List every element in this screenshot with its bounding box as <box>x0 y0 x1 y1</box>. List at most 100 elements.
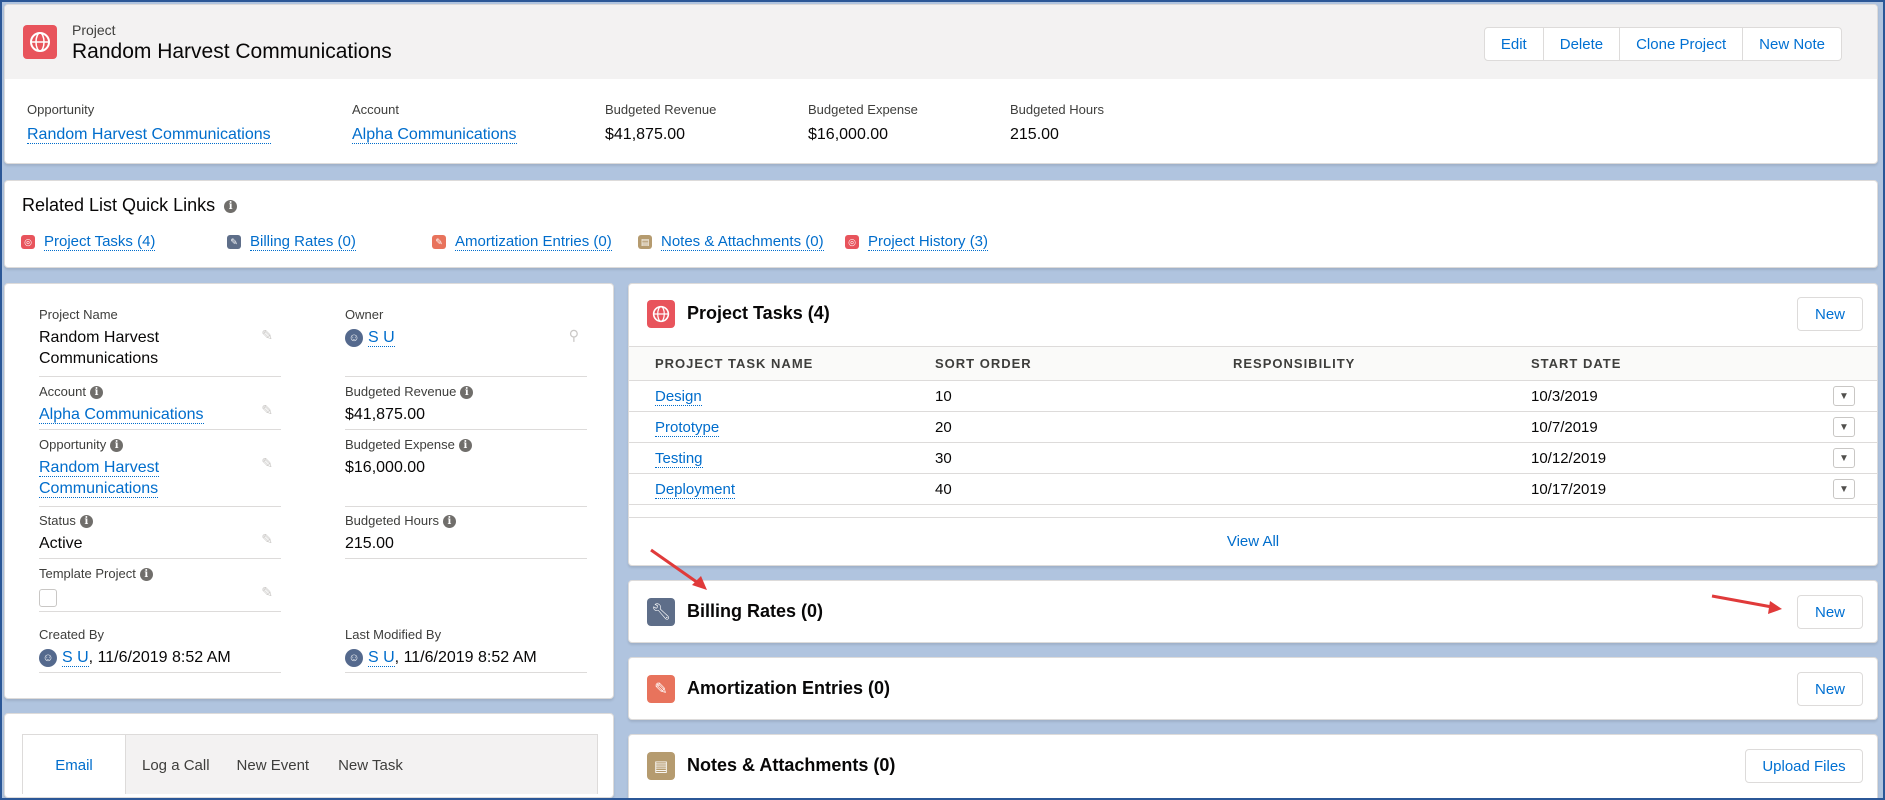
table-row: Deployment 40 10/17/2019 ▼ <box>629 473 1877 505</box>
object-label: Project <box>72 22 116 38</box>
project-tasks-title[interactable]: Project Tasks (4) <box>687 303 830 324</box>
new-billing-rate-button[interactable]: New <box>1797 595 1863 629</box>
highlight-account: Account Alpha Communications <box>352 102 517 144</box>
quick-link-project-tasks[interactable]: ◎ Project Tasks (4) <box>21 233 156 251</box>
project-tasks-card: Project Tasks (4) New PROJECT TASK NAME … <box>628 283 1878 566</box>
info-icon[interactable]: i <box>139 568 153 582</box>
highlight-label: Account <box>352 102 399 117</box>
column-header[interactable]: PROJECT TASK NAME <box>629 347 909 381</box>
activity-tabs: Email Log a Call New Event New Task <box>22 734 598 794</box>
tab-new-event[interactable]: New Event <box>210 735 310 794</box>
field-budgeted-hours: Budgeted Hours i 215.00 <box>345 513 587 559</box>
details-panel: Project Name Random Harvest Communicatio… <box>4 283 614 699</box>
field-last-modified-by: Last Modified By ☺ S U, 11/6/2019 8:52 AM <box>345 627 587 673</box>
task-name-link[interactable]: Prototype <box>655 418 720 437</box>
quick-link-amortization-entries[interactable]: ✎ Amortization Entries (0) <box>432 233 612 251</box>
edit-pencil-icon[interactable]: ✎ <box>261 584 273 601</box>
task-name-link[interactable]: Deployment <box>655 480 736 499</box>
info-icon[interactable]: i <box>458 439 472 453</box>
row-actions-dropdown[interactable]: ▼ <box>1833 448 1855 469</box>
column-header[interactable]: START DATE <box>1505 347 1823 381</box>
related-list-quick-links: Related List Quick Links i <box>4 180 1878 268</box>
pencil-icon: ✎ <box>647 675 675 703</box>
highlight-opportunity-link[interactable]: Random Harvest Communications <box>27 126 271 144</box>
field-budgeted-revenue: Budgeted Revenue i $41,875.00 <box>345 384 587 430</box>
field-budgeted-expense: Budgeted Expense i $16,000.00 <box>345 437 587 507</box>
avatar: ☺ <box>39 649 57 667</box>
notes-icon: ▤ <box>638 235 652 249</box>
new-note-button[interactable]: New Note <box>1742 27 1842 61</box>
notes-attachments-title[interactable]: Notes & Attachments (0) <box>687 755 895 776</box>
wrench-icon: ✎ <box>227 235 241 249</box>
highlight-label: Budgeted Revenue <box>605 102 717 117</box>
created-by-link[interactable]: S U <box>62 649 89 668</box>
change-owner-icon[interactable]: ⚲ <box>569 327 579 344</box>
account-link[interactable]: Alpha Communications <box>39 406 204 425</box>
modified-by-link[interactable]: S U <box>368 649 395 668</box>
field-opportunity: Opportunity i Random Harvest Communicatio… <box>39 437 281 507</box>
tab-log-a-call[interactable]: Log a Call <box>126 735 210 794</box>
row-actions-dropdown[interactable]: ▼ <box>1833 386 1855 407</box>
edit-pencil-icon[interactable]: ✎ <box>261 327 273 344</box>
info-icon[interactable]: i <box>224 199 238 213</box>
info-icon[interactable]: i <box>89 386 103 400</box>
edit-pencil-icon[interactable]: ✎ <box>261 531 273 548</box>
column-header[interactable]: SORT ORDER <box>909 347 1207 381</box>
field-account: Account i Alpha Communications ✎ <box>39 384 281 430</box>
new-amortization-entry-button[interactable]: New <box>1797 672 1863 706</box>
tab-email[interactable]: Email <box>23 735 126 794</box>
avatar: ☺ <box>345 649 363 667</box>
task-name-link[interactable]: Testing <box>655 449 703 468</box>
highlight-label: Opportunity <box>27 102 95 117</box>
owner-link[interactable]: S U <box>368 329 395 348</box>
billing-rates-title[interactable]: Billing Rates (0) <box>687 601 823 622</box>
highlight-opportunity: Opportunity Random Harvest Communication… <box>27 102 271 144</box>
activity-panel: Email Log a Call New Event New Task <box>4 713 614 798</box>
edit-pencil-icon[interactable]: ✎ <box>261 402 273 419</box>
quick-link-billing-rates[interactable]: ✎ Billing Rates (0) <box>227 233 356 251</box>
opportunity-link[interactable]: Random Harvest <box>39 459 160 478</box>
column-header[interactable]: RESPONSIBILITY <box>1207 347 1505 381</box>
clone-project-button[interactable]: Clone Project <box>1619 27 1744 61</box>
opportunity-link[interactable]: Communications <box>39 480 159 499</box>
header-actions: Edit Delete Clone Project New Note <box>1483 27 1842 61</box>
task-name-link[interactable]: Design <box>655 387 702 406</box>
info-icon[interactable]: i <box>79 515 93 529</box>
quick-link-notes-attachments[interactable]: ▤ Notes & Attachments (0) <box>638 233 824 251</box>
field-project-name: Project Name Random Harvest Communicatio… <box>39 307 281 377</box>
upload-files-button[interactable]: Upload Files <box>1745 749 1863 783</box>
quick-links-title: Related List Quick Links i <box>22 195 238 216</box>
highlight-value: $16,000.00 <box>808 126 889 143</box>
annotation-arrow-icon <box>1711 594 1782 614</box>
project-icon: ◎ <box>21 235 35 249</box>
amortization-entries-title[interactable]: Amortization Entries (0) <box>687 678 890 699</box>
info-icon[interactable]: i <box>442 515 456 529</box>
row-actions-dropdown[interactable]: ▼ <box>1833 417 1855 438</box>
highlight-account-link[interactable]: Alpha Communications <box>352 126 517 144</box>
quick-link-project-history[interactable]: ◎ Project History (3) <box>845 233 989 251</box>
highlight-budgeted-hours: Budgeted Hours 215.00 <box>1010 102 1104 144</box>
delete-button[interactable]: Delete <box>1542 27 1621 61</box>
edit-button[interactable]: Edit <box>1483 27 1544 61</box>
amortization-entries-card: ✎ Amortization Entries (0) New <box>628 657 1878 720</box>
notes-icon: ▤ <box>647 752 675 780</box>
info-icon[interactable]: i <box>460 386 474 400</box>
tab-new-task[interactable]: New Task <box>309 735 403 794</box>
project-tasks-table: PROJECT TASK NAME SORT ORDER RESPONSIBIL… <box>629 346 1877 505</box>
view-all-link[interactable]: View All <box>629 533 1877 550</box>
info-icon[interactable]: i <box>110 439 124 453</box>
edit-pencil-icon[interactable]: ✎ <box>261 455 273 472</box>
highlight-budgeted-revenue: Budgeted Revenue $41,875.00 <box>605 102 716 144</box>
table-divider <box>629 517 1877 518</box>
wrench-icon: 🔧︎ <box>647 598 675 626</box>
new-project-task-button[interactable]: New <box>1797 297 1863 331</box>
field-template-project: Template Project i ✎ <box>39 566 281 612</box>
highlight-value: $41,875.00 <box>605 126 686 143</box>
row-actions-dropdown[interactable]: ▼ <box>1833 479 1855 500</box>
table-row: Testing 30 10/12/2019 ▼ <box>629 442 1877 474</box>
annotation-arrow-icon <box>650 548 707 590</box>
template-checkbox[interactable] <box>39 589 57 608</box>
project-icon: ◎ <box>845 235 859 249</box>
table-row: Design 10 10/3/2019 ▼ <box>629 380 1877 412</box>
header-top: Project Random Harvest Communications Ed… <box>5 5 1877 79</box>
